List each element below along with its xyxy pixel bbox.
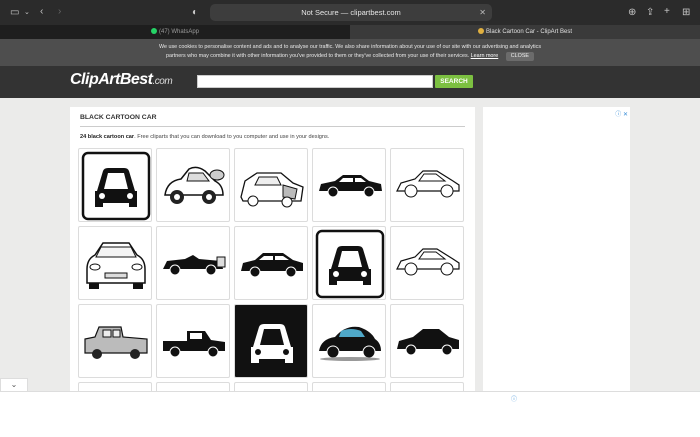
tab-label: (47) WhatsApp (158, 29, 200, 35)
description-count: 24 black cartoon car (80, 134, 135, 140)
clipart-thumbnail[interactable] (156, 148, 230, 222)
car-front-outline-icon (86, 242, 146, 289)
divider (80, 126, 465, 127)
crashed-car-icon (240, 172, 304, 208)
clipart-thumbnail[interactable] (234, 226, 308, 300)
page-description: 24 black cartoon car. Free cliparts that… (80, 134, 329, 140)
description-text: . Free cliparts that you can download to… (134, 134, 330, 140)
cookie-banner: We use cookies to personalise content an… (0, 39, 700, 66)
download-icon[interactable]: ⊕ (628, 7, 636, 19)
url-text: Not Secure — clipartbest.com (301, 8, 401, 17)
clipart-thumbnail[interactable] (78, 226, 152, 300)
clipart-thumbnail[interactable] (156, 226, 230, 300)
sidebar-icon[interactable]: ▭ (10, 7, 19, 19)
sidebar-ad[interactable]: ⓘ ✕ (483, 107, 630, 437)
search-button[interactable]: SEARCH (435, 75, 473, 88)
clipart-thumbnail[interactable] (312, 304, 386, 378)
tab-whatsapp[interactable]: (47) WhatsApp (0, 25, 350, 39)
pickup-truck-icon (84, 326, 148, 359)
clipart-thumbnail[interactable] (390, 148, 464, 222)
clipart-thumbnail[interactable] (390, 226, 464, 300)
tab-bar: (47) WhatsApp Black Cartoon Car - ClipAr… (0, 25, 700, 39)
footer-ad[interactable]: ⓘ (0, 391, 700, 437)
cookie-text-line2: partners who may combine it with other i… (0, 52, 700, 61)
logo-text: ClipArtBest (70, 71, 153, 88)
ad-info-icon[interactable]: ⓘ ✕ (615, 109, 628, 118)
browser-toolbar: ▭ ⌄ ‹ › ◐ Not Secure — clipartbest.com ✕… (0, 0, 700, 25)
share-icon[interactable]: ⇪ (646, 7, 654, 19)
logo-suffix: .com (152, 76, 173, 87)
car-front-icon (315, 229, 385, 299)
learn-more-link[interactable]: Learn more (471, 53, 499, 59)
address-bar[interactable]: Not Secure — clipartbest.com ✕ (210, 4, 492, 21)
tab-overview-icon[interactable]: ⊞ (682, 7, 690, 19)
collapse-ad-button[interactable]: ⌄ (0, 378, 28, 391)
whatsapp-icon (150, 28, 157, 34)
sedan-silhouette-icon (319, 175, 382, 198)
page-title: BLACK CARTOON CAR (80, 114, 157, 121)
clipart-thumbnail[interactable] (78, 304, 152, 378)
clipart-thumbnail[interactable] (156, 304, 230, 378)
clipart-thumbnail[interactable] (234, 148, 308, 222)
ad-info-icon[interactable]: ⓘ (511, 394, 517, 403)
privacy-shield-icon[interactable]: ◐ (192, 7, 198, 19)
clipart-thumbnail[interactable] (312, 226, 386, 300)
site-logo[interactable]: ClipArtBest.com (70, 71, 173, 89)
beetle-car-icon (319, 326, 381, 361)
convertible-car-icon (163, 255, 226, 276)
site-favicon-icon (477, 28, 484, 34)
clipart-thumbnail[interactable] (234, 304, 308, 378)
new-tab-icon[interactable]: + (664, 6, 670, 18)
forward-icon[interactable]: › (58, 6, 61, 18)
back-icon[interactable]: ‹ (40, 6, 43, 18)
clipart-thumbnail[interactable] (390, 304, 464, 378)
chevron-down-icon[interactable]: ⌄ (24, 7, 30, 19)
clipart-thumbnail[interactable] (312, 148, 386, 222)
clear-icon[interactable]: ✕ (479, 4, 486, 21)
clipart-thumbnail[interactable] (78, 148, 152, 222)
car-front-inverted-icon (251, 324, 293, 363)
sports-car-outline-icon (396, 170, 460, 198)
tab-clipartbest[interactable]: Black Cartoon Car - ClipArt Best (350, 25, 700, 39)
sedan-side-icon (241, 253, 303, 278)
main-content: BLACK CARTOON CAR 24 black cartoon car. … (70, 107, 475, 437)
coupe-silhouette-icon (397, 329, 459, 356)
cookie-text: partners who may combine it with other i… (165, 53, 470, 59)
cartoon-car-icon (164, 166, 225, 204)
sports-car-outline-icon (396, 248, 460, 276)
cookie-text-line1: We use cookies to personalise content an… (158, 44, 542, 50)
car-front-icon (81, 151, 151, 221)
pickup-silhouette-icon (163, 331, 225, 358)
chevron-down-icon: ⌄ (10, 380, 18, 389)
cookie-close-button[interactable]: CLOSE (505, 52, 535, 61)
search-input[interactable] (197, 75, 433, 88)
tab-label: Black Cartoon Car - ClipArt Best (485, 29, 573, 35)
site-header: We use cookies to personalise content an… (0, 39, 700, 98)
webpage: We use cookies to personalise content an… (0, 39, 700, 437)
